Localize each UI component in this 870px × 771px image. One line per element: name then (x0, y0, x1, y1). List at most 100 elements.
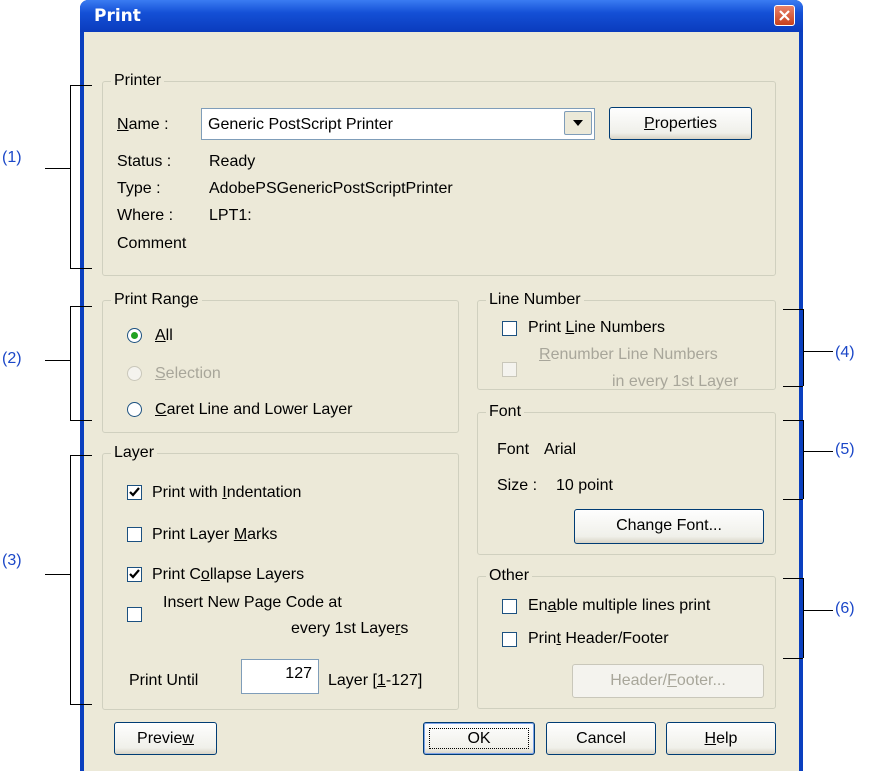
checkbox-box[interactable] (502, 321, 517, 336)
layer-group-label: Layer (111, 444, 158, 462)
change-font-button[interactable]: Change Font... (574, 509, 764, 544)
annotation-5-leader (803, 451, 833, 452)
annotation-6-bracket-top (783, 578, 803, 579)
insert-new-page-label-line1: Insert New Page Code at (163, 594, 342, 611)
annotation-3-bracket-bottom (70, 704, 92, 705)
annotation-1-bracket (70, 85, 71, 268)
annotation-3-bracket-top (70, 455, 92, 456)
annotation-5-bracket-bottom (783, 499, 803, 500)
annotation-4-bracket-bottom (783, 386, 803, 387)
checkbox-box[interactable] (127, 567, 142, 582)
annotation-5-bracket-top (783, 420, 803, 421)
annotation-5: (5) (835, 441, 855, 458)
printer-group-label: Printer (111, 72, 165, 90)
print-dialog: Print Printer Name : Generic PostScript … (80, 0, 803, 771)
radio-selected-dot (131, 332, 138, 339)
ok-button-label: OK (467, 730, 491, 747)
font-group-label: Font (486, 403, 525, 421)
print-collapse-layers-label: Print Collapse Layers (152, 566, 305, 583)
annotation-1: (1) (2, 149, 22, 166)
annotation-3-leader (45, 574, 70, 575)
annotation-1-leader (45, 168, 70, 169)
cancel-button[interactable]: Cancel (546, 722, 656, 755)
header-footer-button[interactable]: Header/Footer... (572, 664, 764, 698)
checkbox-box[interactable] (502, 599, 517, 614)
checkbox-box[interactable] (502, 362, 517, 377)
radio-all-label: All (155, 327, 173, 344)
annotation-2: (2) (2, 350, 22, 367)
annotation-4-bracket-top (783, 309, 803, 310)
ok-button[interactable]: OK (423, 722, 535, 755)
annotation-2-bracket-bottom (70, 420, 92, 421)
insert-new-page-label-line2: every 1st Layers (291, 620, 409, 637)
print-with-indentation-label: Print with Indentation (152, 484, 302, 501)
type-label: Type : (117, 180, 161, 197)
change-font-button-label: Change Font... (616, 517, 722, 534)
check-icon (129, 569, 140, 579)
close-icon (779, 10, 790, 21)
renumber-label-line1: Renumber Line Numbers (539, 346, 718, 363)
chevron-down-icon (573, 120, 583, 126)
help-button[interactable]: Help (666, 722, 776, 755)
status-value: Ready (209, 153, 256, 170)
preview-button-label: Preview (137, 730, 194, 747)
annotation-2-leader (45, 360, 70, 361)
enable-multiple-lines-label: Enable multiple lines print (528, 597, 711, 614)
printer-name-label: Name : (117, 116, 169, 133)
annotation-2-bracket-top (70, 306, 92, 307)
type-value: AdobePSGenericPostScriptPrinter (209, 180, 453, 197)
help-button-label: Help (704, 730, 738, 747)
font-label: Font (497, 441, 530, 458)
radio-caret-line-button[interactable] (127, 402, 142, 417)
annotation-4-bracket (803, 309, 804, 386)
radio-selection-label: Selection (155, 365, 221, 382)
checkbox-box[interactable] (127, 527, 142, 542)
line-number-group-label: Line Number (486, 291, 584, 309)
font-value: Arial (544, 441, 577, 458)
annotation-6-leader (803, 610, 833, 611)
annotation-1-bracket-bottom (70, 268, 92, 269)
size-label: Size : (497, 477, 538, 494)
printer-name-combo[interactable]: Generic PostScript Printer (201, 108, 595, 140)
annotation-3: (3) (2, 552, 22, 569)
renumber-label-line2: in every 1st Layer (612, 373, 739, 390)
printer-name-value: Generic PostScript Printer (208, 116, 393, 133)
close-button[interactable] (774, 5, 795, 26)
annotation-4-leader (803, 351, 833, 352)
print-header-footer-label: Print Header/Footer (528, 630, 669, 647)
annotation-2-bracket (70, 306, 71, 420)
checkbox-box[interactable] (502, 632, 517, 647)
annotation-6-bracket-bottom (783, 658, 803, 659)
checkbox-box[interactable] (127, 485, 142, 500)
comment-label: Comment (117, 235, 187, 252)
status-label: Status : (117, 153, 172, 170)
check-icon (129, 487, 140, 497)
header-footer-button-label: Header/Footer... (610, 672, 726, 689)
where-value: LPT1: (209, 207, 252, 224)
checkbox-box[interactable] (127, 607, 142, 622)
title-bar[interactable]: Print (80, 0, 803, 32)
properties-button-label: Properties (644, 115, 717, 132)
print-layer-marks-label: Print Layer Marks (152, 526, 278, 543)
where-label: Where : (117, 207, 174, 224)
annotation-5-bracket (803, 420, 804, 499)
other-group-label: Other (486, 567, 533, 585)
radio-all-button[interactable] (127, 328, 142, 343)
print-range-group-label: Print Range (111, 291, 202, 309)
print-until-label: Print Until (129, 672, 199, 689)
preview-button[interactable]: Preview (114, 722, 217, 755)
radio-selection-button[interactable] (127, 366, 142, 381)
annotation-6: (6) (835, 600, 855, 617)
dropdown-arrow-button[interactable] (564, 111, 592, 135)
radio-caret-line-label: Caret Line and Lower Layer (155, 401, 353, 418)
properties-button[interactable]: Properties (609, 107, 752, 140)
annotation-4: (4) (835, 344, 855, 361)
cancel-button-label: Cancel (576, 730, 626, 747)
size-value: 10 point (556, 477, 613, 494)
print-line-numbers-label: Print Line Numbers (528, 319, 665, 336)
print-until-value: 127 (285, 665, 312, 682)
window-title: Print (94, 6, 141, 26)
dialog-client-area: Printer Name : Generic PostScript Printe… (84, 32, 799, 771)
annotation-1-bracket-top (70, 85, 92, 86)
print-until-field[interactable]: 127 (241, 659, 319, 694)
